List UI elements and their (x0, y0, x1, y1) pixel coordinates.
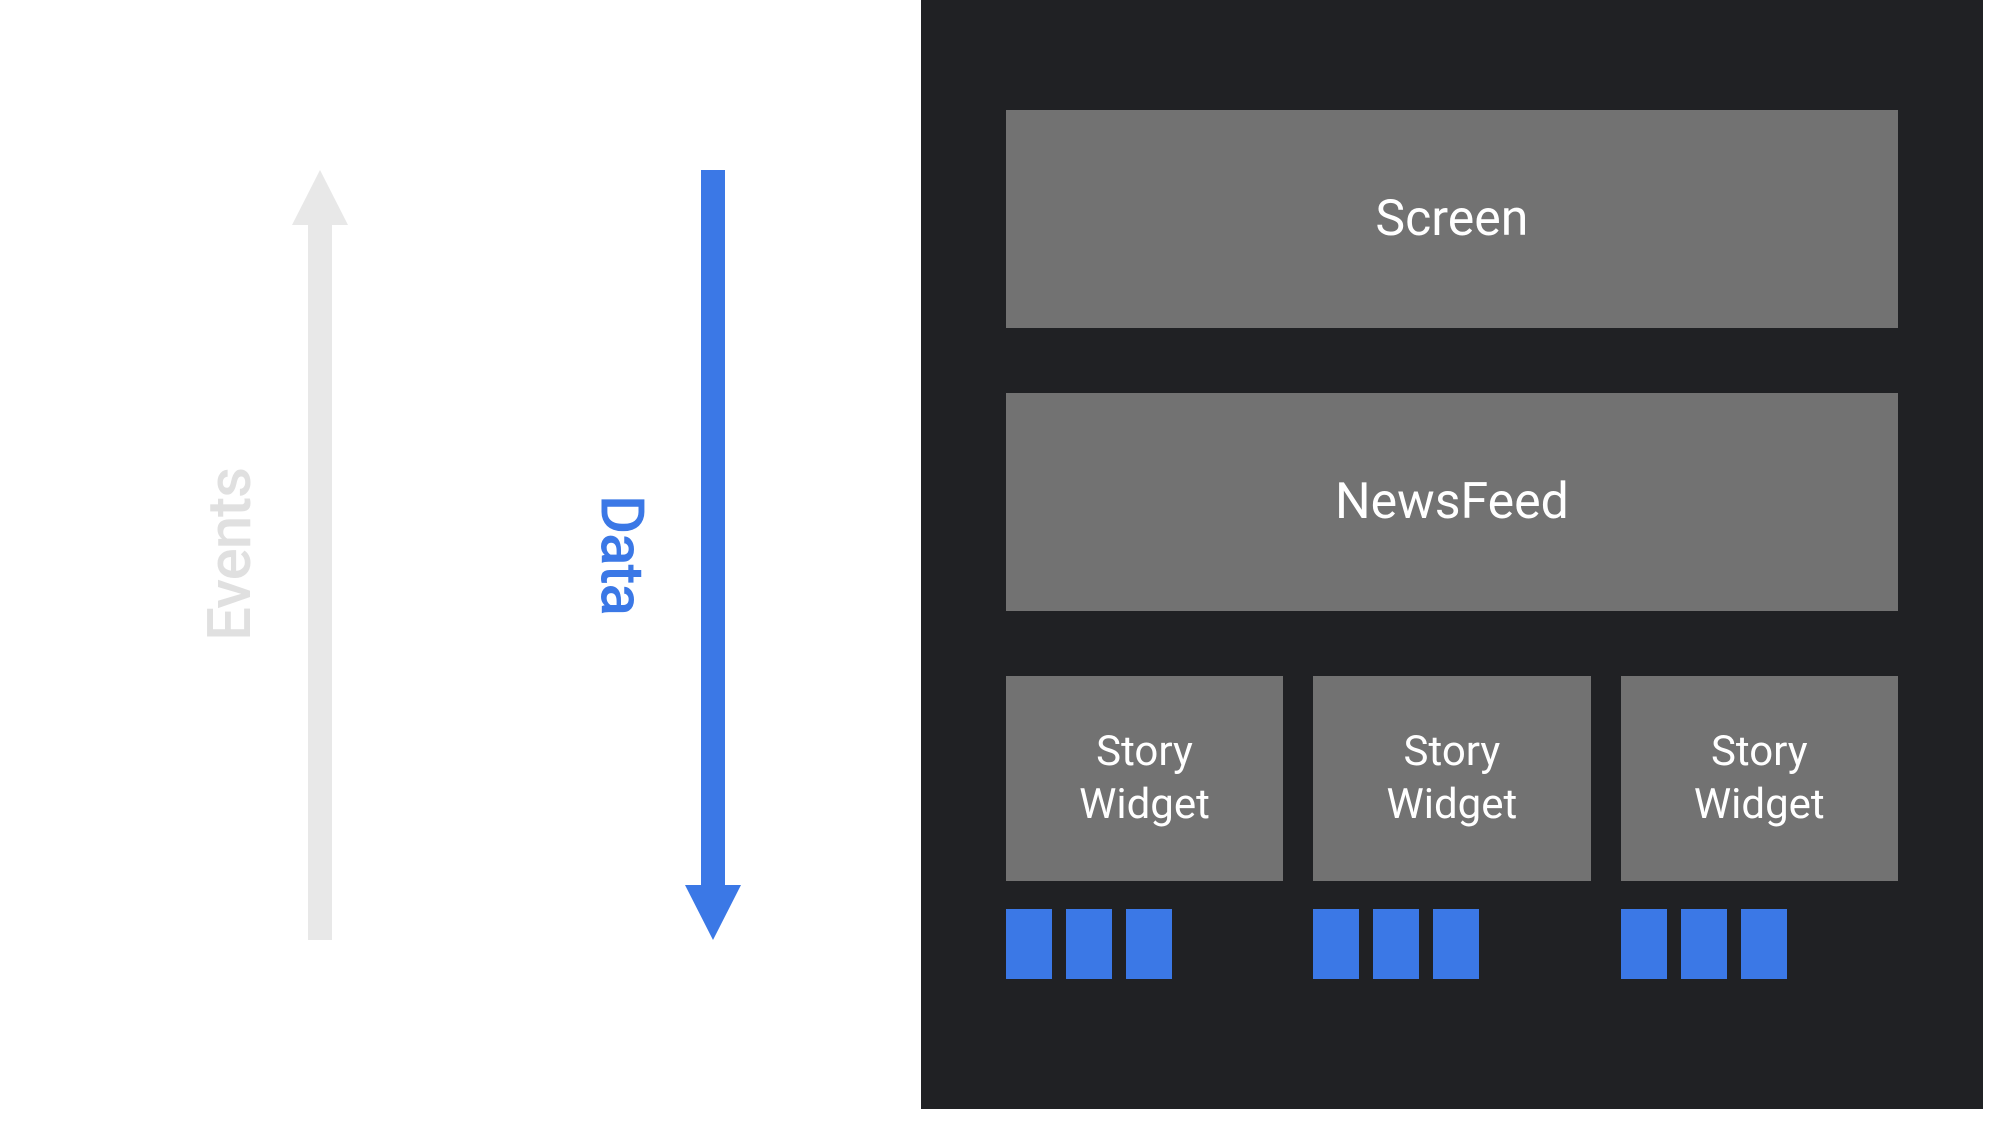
chips-row (1313, 909, 1590, 979)
chip (1681, 909, 1727, 979)
widget-group: Story Widget (1313, 676, 1590, 979)
chip (1006, 909, 1052, 979)
arrow-down-icon (683, 170, 743, 940)
chips-row (1006, 909, 1283, 979)
newsfeed-box: NewsFeed (1006, 393, 1898, 611)
left-panel: Events Data (16, 0, 921, 1109)
story-widget-box: Story Widget (1621, 676, 1898, 881)
diagram-container: Events Data Screen NewsFeed Story Widget (16, 0, 1983, 1109)
arrow-up-icon (290, 170, 350, 940)
chip (1313, 909, 1359, 979)
chip (1621, 909, 1667, 979)
widgets-row: Story Widget Story Widget Story Widget (1006, 676, 1898, 979)
events-arrow-group: Events (194, 0, 350, 1109)
story-widget-box: Story Widget (1006, 676, 1283, 881)
screen-box: Screen (1006, 110, 1898, 328)
events-label: Events (194, 468, 265, 641)
story-widget-box: Story Widget (1313, 676, 1590, 881)
right-panel: Screen NewsFeed Story Widget Story Widge… (921, 0, 1983, 1109)
widget-group: Story Widget (1621, 676, 1898, 979)
chip (1373, 909, 1419, 979)
chips-row (1621, 909, 1898, 979)
data-arrow-group: Data (587, 0, 743, 1109)
data-label: Data (587, 495, 658, 615)
widget-group: Story Widget (1006, 676, 1283, 979)
chip (1126, 909, 1172, 979)
chip (1433, 909, 1479, 979)
chip (1741, 909, 1787, 979)
chip (1066, 909, 1112, 979)
